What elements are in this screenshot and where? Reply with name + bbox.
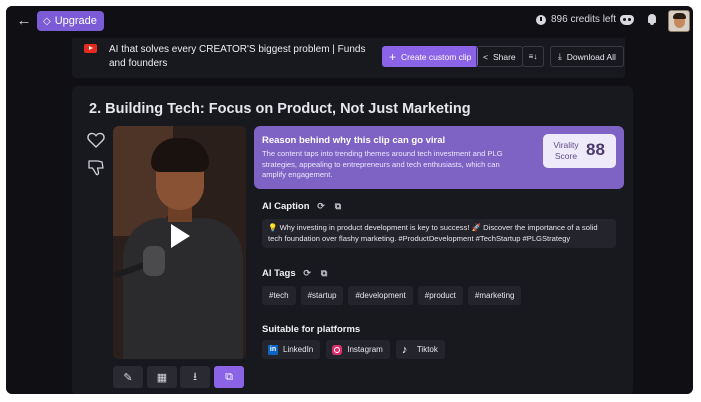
copy-clip-button[interactable]: ⧉: [214, 366, 244, 388]
edit-icon: ✎: [123, 371, 133, 384]
refresh-tags-icon[interactable]: ⟳: [302, 268, 313, 279]
download-clip-icon: ⭳: [193, 370, 197, 383]
virality-score-label: Virality Score: [553, 140, 579, 161]
instagram-icon: [332, 344, 343, 355]
crop-icon: ▦: [156, 371, 168, 384]
linkedin-icon: in: [268, 344, 278, 355]
create-label: Create custom clip: [401, 51, 472, 62]
platforms-heading: Suitable for platforms: [262, 324, 360, 335]
play-icon[interactable]: [171, 224, 190, 248]
clock-icon: [536, 14, 546, 25]
tag-item[interactable]: #marketing: [467, 286, 522, 305]
microphone: [143, 246, 165, 276]
platform-tiktok[interactable]: ♪ Tiktok: [395, 340, 445, 359]
platform-label: Instagram: [347, 345, 383, 354]
credits-indicator: 896 credits left: [536, 14, 616, 25]
copy-tags-icon[interactable]: ⧉: [319, 268, 330, 279]
create-custom-clip-button[interactable]: + Create custom clip: [382, 46, 479, 67]
app-window: ← ◇ Upgrade 896 credits left AI that sol…: [6, 6, 693, 394]
share-label: Share: [492, 51, 516, 62]
download-label: Download All: [566, 51, 616, 62]
upgrade-label: Upgrade: [54, 15, 97, 27]
upgrade-button[interactable]: ◇ Upgrade: [37, 11, 104, 31]
ai-tags-heading: AI Tags ⟳ ⧉: [262, 268, 330, 279]
viral-reason-box: Reason behind why this clip can go viral…: [254, 126, 624, 189]
copy-clip-icon: ⧉: [225, 370, 233, 383]
clip-thumbnail[interactable]: [113, 126, 246, 359]
share-icon: <: [483, 51, 488, 62]
plus-icon: +: [389, 49, 397, 64]
sort-icon: ≡↓: [528, 52, 538, 61]
top-bar: ← ◇ Upgrade 896 credits left: [6, 6, 693, 36]
crop-button[interactable]: ▦: [147, 366, 177, 388]
viral-heading: Reason behind why this clip can go viral: [262, 135, 446, 146]
clip-title: 2. Building Tech: Focus on Product, Not …: [89, 101, 471, 117]
refresh-icon[interactable]: ⟳: [316, 201, 327, 212]
platform-linkedin[interactable]: in LinkedIn: [262, 340, 321, 359]
arrow-left-icon[interactable]: ←: [16, 13, 32, 29]
virality-score-value: 88: [586, 140, 605, 159]
diamond-icon: ◇: [43, 15, 51, 27]
tag-item[interactable]: #product: [417, 286, 463, 305]
clip-card: 2. Building Tech: Focus on Product, Not …: [72, 86, 633, 394]
platforms-label: Suitable for platforms: [262, 324, 361, 335]
platform-instagram[interactable]: Instagram: [326, 340, 390, 359]
clip-toolbar: ✎ ▦ ⭳ ⧉: [113, 366, 246, 388]
tag-list: #tech #startup #development #product #ma…: [262, 286, 522, 305]
ai-caption-label: AI Caption: [262, 201, 310, 212]
thumbs-down-icon[interactable]: [87, 159, 105, 177]
copy-icon[interactable]: ⧉: [333, 201, 344, 212]
virality-score-badge: Virality Score 88: [543, 134, 616, 168]
heart-icon[interactable]: [87, 132, 105, 148]
tiktok-icon: ♪: [401, 343, 408, 356]
credits-text: 896 credits left: [551, 14, 617, 25]
tag-item[interactable]: #tech: [262, 286, 296, 305]
platform-label: LinkedIn: [283, 345, 314, 354]
youtube-icon: [84, 44, 97, 53]
tag-item[interactable]: #startup: [300, 286, 344, 305]
tag-item[interactable]: #development: [348, 286, 413, 305]
share-button[interactable]: < Share: [476, 46, 523, 67]
download-clip-button[interactable]: ⭳: [180, 366, 210, 388]
viral-text: The content taps into trending themes ar…: [262, 149, 503, 179]
download-all-button[interactable]: ⤓ Download All: [550, 46, 624, 67]
avatar[interactable]: [668, 10, 690, 32]
platform-label: Tiktok: [416, 345, 438, 354]
video-header: AI that solves every CREATOR'S biggest p…: [72, 38, 625, 78]
video-title: AI that solves every CREATOR'S biggest p…: [109, 44, 366, 69]
platform-list: in LinkedIn Instagram ♪ Tiktok: [262, 340, 445, 359]
ai-caption-text: 💡 Why investing in product development i…: [262, 219, 616, 248]
edit-button[interactable]: ✎: [113, 366, 143, 388]
sort-button[interactable]: ≡↓: [522, 46, 544, 67]
ai-tags-label: AI Tags: [262, 268, 296, 279]
bell-icon[interactable]: [647, 14, 657, 25]
ai-caption-heading: AI Caption ⟳ ⧉: [262, 201, 344, 212]
download-icon: ⤓: [558, 51, 562, 61]
discord-icon[interactable]: [620, 15, 634, 25]
